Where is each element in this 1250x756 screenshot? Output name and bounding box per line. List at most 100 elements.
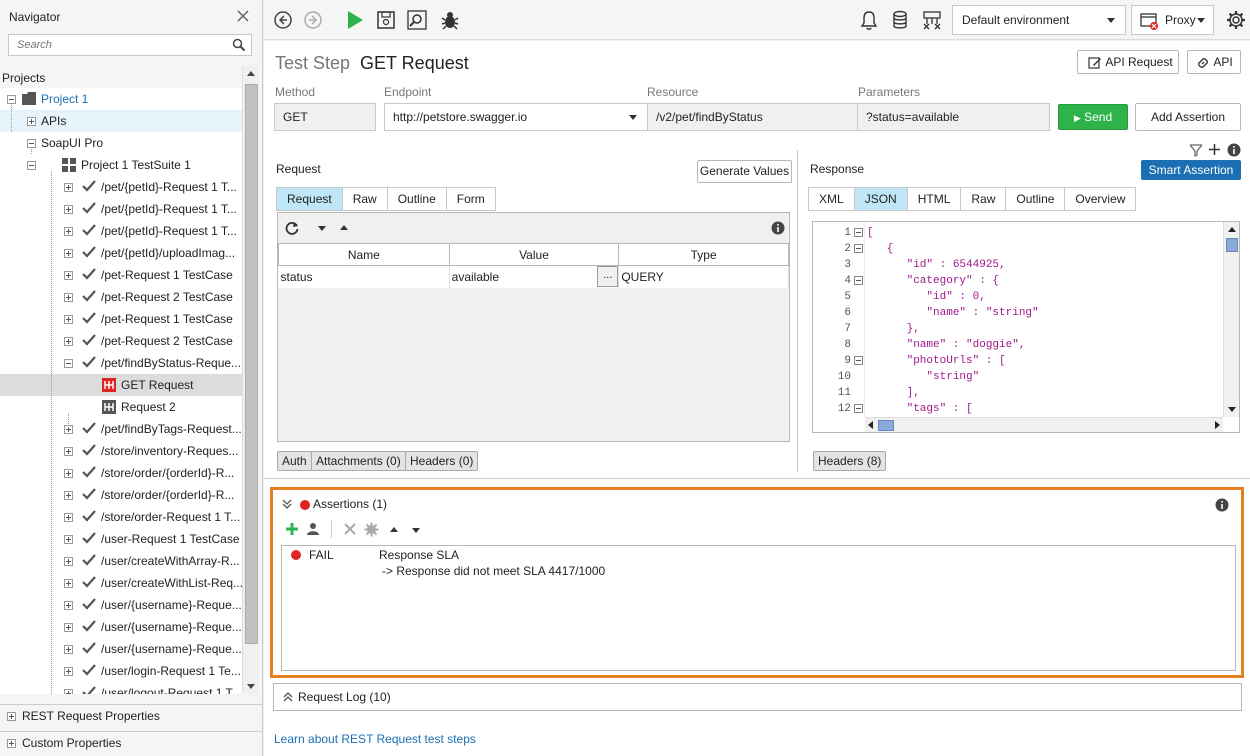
tab-outline[interactable]: Outline [1005,187,1065,211]
collapse-icon[interactable] [64,359,73,368]
user-icon[interactable] [306,522,320,536]
expand-icon[interactable] [64,271,73,280]
tree-scrollbar[interactable] [242,66,259,694]
scrollbar-thumb[interactable] [1226,238,1238,252]
expand-icon[interactable] [64,337,73,346]
scroll-up-icon[interactable] [247,71,255,76]
tab-auth[interactable]: Auth [277,451,312,471]
info-icon[interactable] [771,221,785,235]
request-log-panel[interactable]: Request Log (10) [273,683,1242,711]
tree-item[interactable]: Project 1 [0,88,242,110]
smart-assertion-button[interactable]: Smart Assertion [1141,160,1241,180]
rest-request-properties-panel[interactable]: REST Request Properties [0,704,263,726]
tree-item[interactable]: /pet-Request 1 TestCase [0,308,242,330]
tab-headers[interactable]: Headers (0) [405,451,479,471]
api-request-button[interactable]: API Request [1077,50,1179,74]
tree-item[interactable]: /pet-Request 2 TestCase [0,330,242,352]
fold-icon[interactable] [854,228,863,237]
expand-icon[interactable] [64,293,73,302]
tree-item[interactable]: GET Request [0,374,242,396]
search-icon[interactable] [232,38,246,52]
tree-item[interactable]: SoapUI Pro [0,132,242,154]
send-button[interactable]: ▶ Send [1058,104,1128,130]
expand-icon[interactable] [27,117,36,126]
splitter[interactable] [264,478,1250,479]
tab-response-headers[interactable]: Headers (8) [813,451,887,471]
scrollbar-thumb[interactable] [245,84,258,644]
fold-icon[interactable] [854,404,863,413]
expand-icon[interactable] [64,623,73,632]
fold-icon[interactable] [854,276,863,285]
tab-attachments[interactable]: Attachments (0) [311,451,406,471]
chevron-up-icon[interactable] [340,225,348,230]
expand-icon[interactable] [64,447,73,456]
close-icon[interactable] [236,9,250,23]
tree-item[interactable]: /user/login-Request 1 Te... [0,660,242,682]
fold-icon[interactable] [854,244,863,253]
expand-icon[interactable] [64,601,73,610]
expand-icon[interactable] [64,227,73,236]
tree-item[interactable]: /store/order-Request 1 T... [0,506,242,528]
info-icon[interactable] [1215,498,1229,512]
tab-xml[interactable]: XML [808,187,854,211]
scroll-left-icon[interactable] [868,421,873,429]
scrollbar-thumb[interactable] [878,420,894,431]
run-icon[interactable] [344,9,366,31]
tab-html[interactable]: HTML [906,187,961,211]
tree-item[interactable]: /store/order/{orderId}-R... [0,462,242,484]
notifications-bell-icon[interactable] [858,9,880,31]
refresh-icon[interactable] [284,220,300,236]
scroll-right-icon[interactable] [1215,421,1220,429]
expand-icon[interactable] [64,535,73,544]
tab-raw[interactable]: Raw [960,187,1006,211]
tree-item[interactable]: /user/{username}-Reque... [0,638,242,660]
expand-icon[interactable] [64,557,73,566]
save-icon[interactable] [375,9,397,31]
tree-item[interactable]: /user/{username}-Reque... [0,594,242,616]
more-options-button[interactable]: ... [597,266,619,287]
tab-request[interactable]: Request [276,187,342,211]
tree-item[interactable]: /store/order/{orderId}-R... [0,484,242,506]
add-icon[interactable] [1208,143,1221,156]
forward-icon[interactable] [302,9,324,31]
param-type[interactable]: QUERY [618,265,789,288]
json-horizontal-scrollbar[interactable] [865,417,1223,432]
collapse-icon[interactable] [27,139,36,148]
chevron-down-icon[interactable] [412,528,420,533]
back-icon[interactable] [272,9,294,31]
tree-item[interactable]: /pet/{petId}-Request 1 T... [0,220,242,242]
tree-item[interactable]: /pet/{petId}-Request 1 T... [0,176,242,198]
param-value-cell[interactable]: available ... [449,265,620,288]
tree-item[interactable]: /pet/findByStatus-Reque... [0,352,242,374]
api-button[interactable]: API [1187,50,1241,74]
delete-icon[interactable] [343,522,357,536]
tree-item[interactable]: /user/logout-Request 1 T... [0,682,242,694]
expand-icon[interactable] [64,667,73,676]
json-response-viewer[interactable]: 1[2 {3 "id" : 6544925, 4 "category" : {5 … [812,221,1240,433]
collapse-icon[interactable] [7,95,16,104]
database-icon[interactable] [889,9,911,31]
search-input[interactable] [9,35,219,55]
add-assertion-button[interactable]: Add Assertion [1135,103,1241,131]
tree-item[interactable]: APIs [0,110,242,132]
learn-link[interactable]: Learn about REST Request test steps [274,732,476,746]
param-name[interactable]: status [278,265,450,288]
splitter[interactable] [797,150,798,472]
expand-icon[interactable] [7,739,16,748]
generate-values-button[interactable]: Generate Values [697,160,792,183]
proxy-button[interactable]: Proxy [1131,5,1214,35]
tab-raw[interactable]: Raw [341,187,387,211]
environment-select[interactable]: Default environment [952,5,1126,35]
tree-item[interactable]: Project 1 TestSuite 1 [0,154,242,176]
chevron-down-icon[interactable] [318,226,326,231]
clear-icon[interactable] [1189,143,1203,157]
inspect-icon[interactable] [406,9,428,31]
method-field[interactable]: GET [274,103,376,131]
virtualization-icon[interactable] [921,9,943,31]
resource-field[interactable]: /v2/pet/findByStatus [647,103,858,131]
expand-icon[interactable] [64,205,73,214]
chevron-up-icon[interactable] [390,527,398,532]
expand-icon[interactable] [64,513,73,522]
tree-item[interactable]: /pet-Request 2 TestCase [0,286,242,308]
fold-icon[interactable] [854,356,863,365]
